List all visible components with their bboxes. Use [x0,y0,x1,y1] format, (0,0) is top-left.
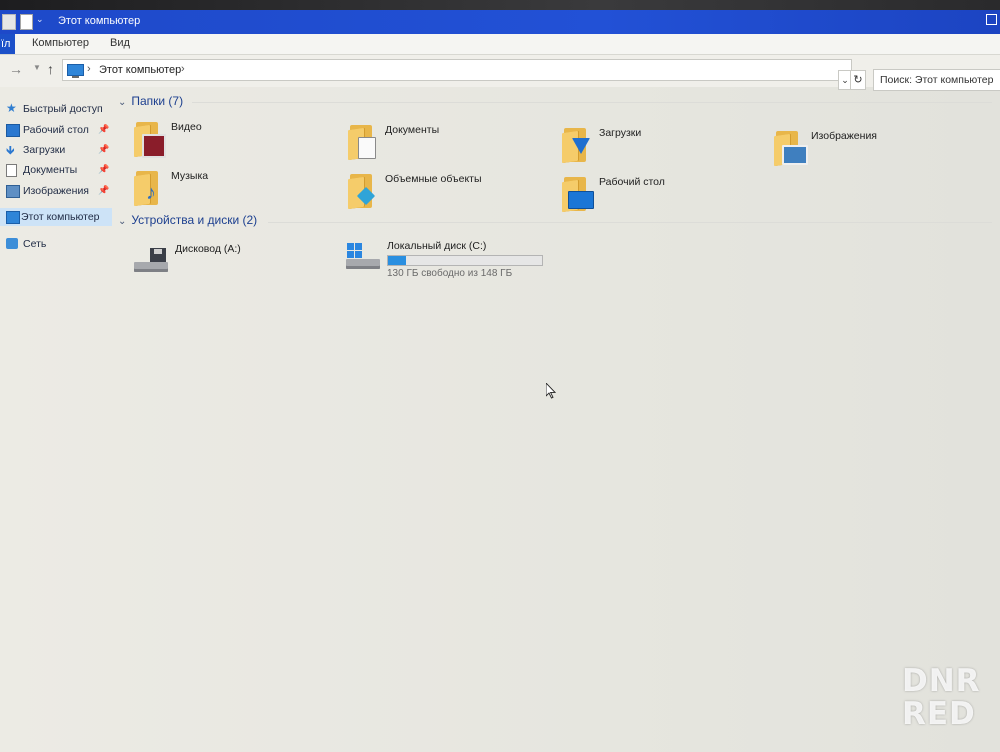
sidebar-item-documents[interactable]: Документы 📌 [0,161,112,179]
folder-desktop[interactable]: Рабочий стол [562,173,752,217]
documents-folder-icon [348,125,378,161]
sidebar-item-this-pc[interactable]: Этот компьютер [0,208,112,226]
chevron-down-icon[interactable]: ⌄ [118,216,128,227]
folder-documents[interactable]: Документы [348,121,538,165]
breadcrumb-separator-icon[interactable]: › [181,63,185,75]
downloads-folder-icon [562,128,592,164]
navigation-pane: ★ Быстрый доступ Рабочий стол 📌 🡻 Загруз… [0,94,112,752]
sidebar-item-downloads[interactable]: 🡻 Загрузки 📌 [0,141,112,159]
computer-icon [6,211,20,224]
breadcrumb-separator-icon[interactable]: › [87,63,91,75]
star-icon: ★ [6,101,17,115]
ribbon-tabs: ïл Компьютер Вид [0,34,1000,55]
folder-name: Загрузки [599,127,642,139]
sidebar-item-label: Изображения [23,185,89,197]
sidebar-item-label: Этот компьютер [21,211,100,223]
folder-name: Документы [385,124,440,136]
music-folder-icon: ♪ [134,171,164,207]
restore-window-icon[interactable] [986,14,997,25]
sidebar-item-label: Сеть [23,238,47,250]
recent-locations-chevron-icon[interactable]: ▼ [33,63,41,72]
local-disk-icon [346,243,382,271]
sidebar-item-pictures[interactable]: Изображения 📌 [0,182,112,200]
3d-objects-folder-icon [348,174,378,210]
video-folder-icon [134,122,166,158]
documents-icon [6,164,17,177]
drive-name: Локальный диск (C:) [387,240,487,252]
group-title: Устройства и диски (2) [131,213,258,227]
breadcrumb-this-pc[interactable]: Этот компьютер [99,64,181,76]
watermark-line: DNR [902,663,981,699]
sidebar-item-quick-access[interactable]: ★ Быстрый доступ [0,100,112,118]
tab-computer[interactable]: Компьютер [32,37,89,49]
pictures-icon [6,185,20,198]
explorer-app-icon[interactable] [2,14,16,30]
floppy-drive-icon [134,248,170,274]
search-placeholder: Поиск: Этот компьютер [880,74,994,86]
pin-icon[interactable]: 📌 [98,185,109,196]
up-arrow-icon[interactable]: ↑ [47,61,54,77]
folder-name: Рабочий стол [599,176,665,188]
group-divider [268,222,992,223]
capacity-bar [387,255,543,266]
content-pane: ⌄ Папки (7) Видео Документы Загрузки Изо… [112,88,1000,752]
group-title: Папки (7) [131,94,184,108]
download-icon: 🡻 [6,143,15,157]
group-divider [192,102,992,103]
pin-icon[interactable]: 📌 [98,164,109,175]
drive-local-c[interactable]: Локальный диск (C:) 130 ГБ свободно из 1… [346,237,576,283]
computer-icon [67,64,84,78]
watermark-line: RED [902,696,976,732]
chevron-down-icon[interactable]: ⌄ [118,97,128,108]
refresh-icon[interactable]: ↻ [850,70,866,90]
folder-name: Видео [171,121,202,133]
pin-icon[interactable]: 📌 [98,124,109,135]
folder-name: Объемные объекты [385,173,482,185]
pin-icon[interactable]: 📌 [98,144,109,155]
window-title: Этот компьютер [58,15,141,27]
screen-bezel [0,0,1000,10]
capacity-bar-fill [388,256,407,265]
group-header-folders[interactable]: ⌄ Папки (7) [118,94,183,108]
free-space-text: 130 ГБ свободно из 148 ГБ [387,268,513,279]
folder-name: Изображения [811,130,877,142]
quick-access-toolbar-icon[interactable] [20,14,33,30]
folder-downloads[interactable]: Загрузки [562,124,752,168]
watermark-logo: DNR RED [902,665,988,737]
sidebar-item-label: Рабочий стол [23,124,89,136]
desktop-icon [6,124,20,137]
network-icon [6,238,18,249]
pictures-folder-icon [774,131,808,167]
folder-music[interactable]: ♪ Музыка [134,167,324,211]
mouse-pointer-icon [546,383,556,399]
drive-name: Дисковод (A:) [175,243,241,255]
drive-floppy[interactable]: Дисковод (A:) [134,240,364,286]
sidebar-item-network[interactable]: Сеть [0,235,112,253]
sidebar-item-label: Быстрый доступ [23,103,103,115]
forward-arrow-icon[interactable]: → [9,61,23,77]
sidebar-item-label: Загрузки [23,144,66,156]
sidebar-item-desktop[interactable]: Рабочий стол 📌 [0,121,112,139]
address-bar[interactable]: › Этот компьютер › [62,59,852,81]
folder-3d-objects[interactable]: Объемные объекты [348,170,538,214]
title-bar[interactable]: ⌄ Этот компьютер [0,10,1000,34]
desktop-folder-icon [562,177,594,213]
folder-pictures[interactable]: Изображения [774,127,964,171]
folder-video[interactable]: Видео [134,118,324,162]
sidebar-item-label: Документы [23,164,78,176]
chevron-down-icon[interactable]: ⌄ [36,14,44,25]
folder-name: Музыка [171,170,209,182]
tab-view[interactable]: Вид [110,37,130,49]
group-header-devices[interactable]: ⌄ Устройства и диски (2) [118,213,257,227]
tab-file[interactable]: ïл [0,34,15,54]
